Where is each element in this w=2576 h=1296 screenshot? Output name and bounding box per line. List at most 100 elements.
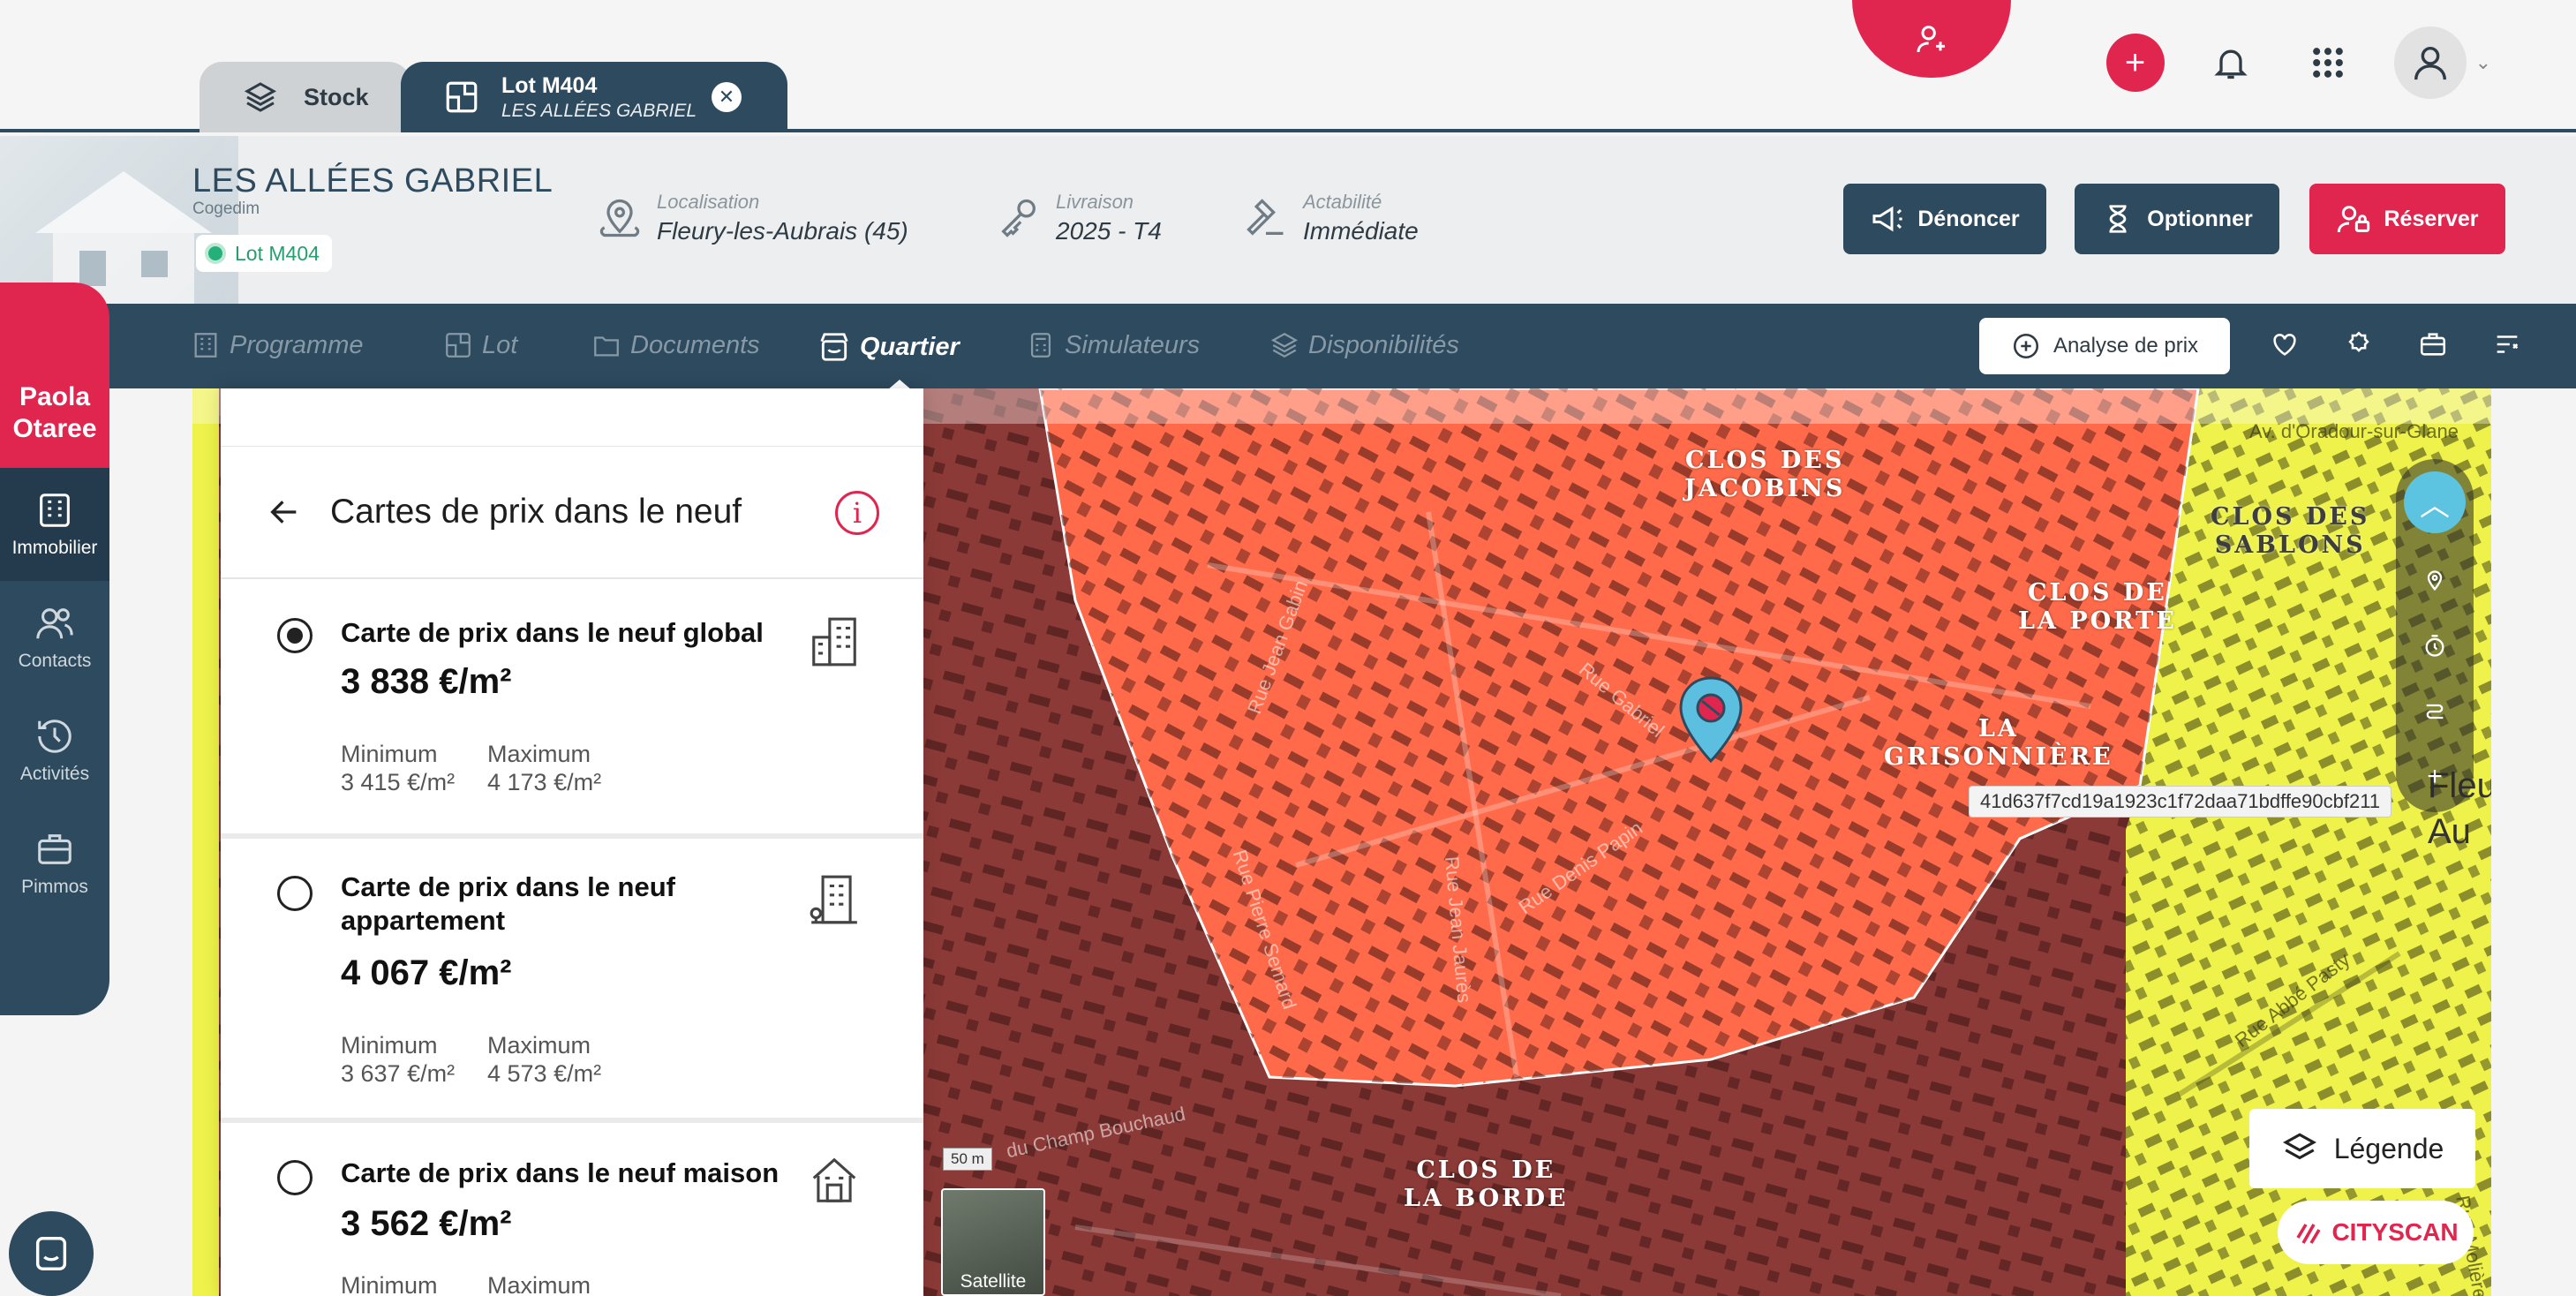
add-button[interactable]: + (2105, 34, 2165, 92)
actabilite-label: Actabilité (1303, 191, 1382, 213)
radio-appartement[interactable] (277, 876, 313, 911)
radio-maison[interactable] (277, 1160, 313, 1195)
notification-bell-icon[interactable] (2200, 32, 2262, 94)
lot-header: LES ALLÉES GABRIEL Cogedim Lot M404 Loca… (0, 136, 2576, 304)
tab-stock[interactable]: Stock (200, 62, 411, 132)
route-icon[interactable] (2417, 694, 2452, 729)
cityscan-logo: CITYSCAN (2278, 1201, 2474, 1264)
users-icon (36, 608, 73, 639)
price-card-global[interactable]: Carte de prix dans le neuf global 3 838 … (221, 581, 923, 839)
house-icon (803, 1149, 865, 1211)
plus-circle-icon (2013, 333, 2038, 359)
back-arrow-icon[interactable] (265, 493, 304, 531)
max-value: 4 173 €/m² (487, 769, 602, 795)
livraison-value: 2025 - T4 (1056, 217, 1162, 245)
layers-icon (2282, 1133, 2316, 1160)
apps-grid-icon[interactable] (2297, 32, 2359, 94)
zoom-in-icon[interactable]: + (2417, 759, 2452, 795)
localisation-label: Localisation (657, 191, 760, 213)
heart-icon[interactable] (2265, 325, 2304, 364)
price-maps-panel: Cartes de prix dans le neuf i Carte de p… (221, 388, 923, 1296)
min-block: Minimum (341, 1271, 438, 1296)
place-label: CLOS DES JACOBINS (1684, 447, 1846, 502)
avatar[interactable] (2393, 26, 2467, 99)
tab-documents-label: Documents (630, 330, 760, 359)
tab-lot-section[interactable]: Lot (443, 330, 517, 360)
close-icon[interactable]: ✕ (712, 82, 742, 112)
info-icon[interactable]: i (835, 491, 879, 535)
price-card-maison[interactable]: Carte de prix dans le neuf maison 3 562 … (221, 1123, 923, 1296)
map-tooltip: 41d637f7cd19a1923c1f72daa71bdffe90cbf211 (1969, 786, 2392, 818)
user-first-name: Paola (19, 382, 91, 411)
building-icon (194, 333, 217, 358)
badge-icon[interactable] (2339, 325, 2378, 364)
analyse-prix-button[interactable]: Analyse de prix (1979, 318, 2230, 374)
tab-disponibilites-label: Disponibilités (1308, 330, 1459, 359)
info-livraison: Livraison 2025 - T4 (996, 191, 1162, 245)
min-value: 3 637 €/m² (341, 1060, 456, 1087)
reserver-button[interactable]: Réserver (2309, 184, 2505, 254)
building-icon (40, 494, 70, 527)
optionner-label: Optionner (2147, 206, 2253, 231)
tab-quartier[interactable]: Quartier (817, 330, 960, 364)
sidebar-item-activites[interactable]: Activités (0, 694, 109, 807)
lot-status-badge: Lot M404 (196, 235, 332, 272)
sidebar-item-immobilier[interactable]: Immobilier (0, 468, 109, 581)
program-title: LES ALLÉES GABRIEL (192, 162, 554, 200)
floorplan-icon (441, 77, 482, 117)
min-block: Minimum 3 637 €/m² (341, 1031, 455, 1088)
max-block: Maximum (487, 1271, 591, 1296)
filter-icon[interactable] (2488, 325, 2527, 364)
timer-icon[interactable] (2417, 629, 2452, 664)
gavel-icon (1247, 199, 1284, 236)
top-actions: + ⌄ (2105, 26, 2491, 99)
max-block: Maximum 4 173 €/m² (487, 740, 601, 796)
promoter-name: Cogedim (192, 200, 260, 218)
tab-simulateurs[interactable]: Simulateurs (1026, 330, 1200, 360)
hourglass-icon (2109, 205, 2127, 233)
tab-disponibilites[interactable]: Disponibilités (1269, 330, 1459, 360)
denoncer-button[interactable]: Dénoncer (1843, 184, 2046, 254)
radio-global[interactable] (277, 618, 313, 653)
contact-add-button[interactable] (1852, 0, 2011, 78)
max-label: Maximum (487, 741, 591, 767)
card-price: 3 838 €/m² (341, 662, 512, 701)
card-title: Carte de prix dans le neuf global (341, 617, 764, 648)
lot-badge-label: Lot M404 (235, 241, 320, 265)
collapse-up-icon[interactable]: ︿ (2404, 471, 2466, 533)
user-name[interactable]: Paola Otaree (0, 283, 109, 468)
card-title: Carte de prix dans le neuf maison (341, 1157, 780, 1188)
layers-icon (1270, 332, 1299, 358)
pin-icon[interactable] (2417, 563, 2452, 599)
status-dot (205, 243, 226, 264)
history-icon (38, 720, 72, 753)
sidebar-item-label: Pimmos (21, 877, 88, 897)
legend-button[interactable]: Légende (2249, 1109, 2475, 1188)
card-price: 4 067 €/m² (341, 953, 512, 992)
tab-lot[interactable]: Lot M404 LES ALLÉES GABRIEL ✕ (401, 62, 787, 132)
house-illustration (0, 136, 238, 304)
key-icon (1001, 199, 1036, 237)
tab-programme[interactable]: Programme (191, 330, 364, 360)
satellite-toggle[interactable]: Satellite (941, 1188, 1045, 1296)
tab-documents[interactable]: Documents (591, 330, 760, 360)
actabilite-value: Immédiate (1303, 217, 1419, 245)
price-card-appartement[interactable]: Carte de prix dans le neuf appartement 4… (221, 839, 923, 1123)
place-label: LA GRISONNIÈRE (1884, 715, 2113, 771)
optionner-button[interactable]: Optionner (2075, 184, 2279, 254)
place-label: CLOS DE LA PORTE (2018, 579, 2177, 635)
user-last-name: Otaree (12, 414, 97, 443)
user-plus-icon (1917, 26, 1945, 53)
location-pin-icon[interactable] (1677, 676, 1744, 769)
sidebar-item-contacts[interactable]: Contacts (0, 581, 109, 694)
max-block: Maximum 4 573 €/m² (487, 1031, 601, 1088)
tab-lot-section-label: Lot (482, 330, 518, 359)
chat-button[interactable] (9, 1211, 94, 1296)
sidebar-item-pimmos[interactable]: Pimmos (0, 807, 109, 920)
briefcase-icon[interactable] (2414, 325, 2452, 364)
livraison-label: Livraison (1056, 191, 1134, 213)
user-icon (2414, 46, 2446, 80)
chevron-down-icon[interactable]: ⌄ (2475, 51, 2491, 74)
panel-header: Cartes de prix dans le neuf i (221, 447, 923, 579)
cityscan-label: CITYSCAN (2331, 1218, 2459, 1246)
